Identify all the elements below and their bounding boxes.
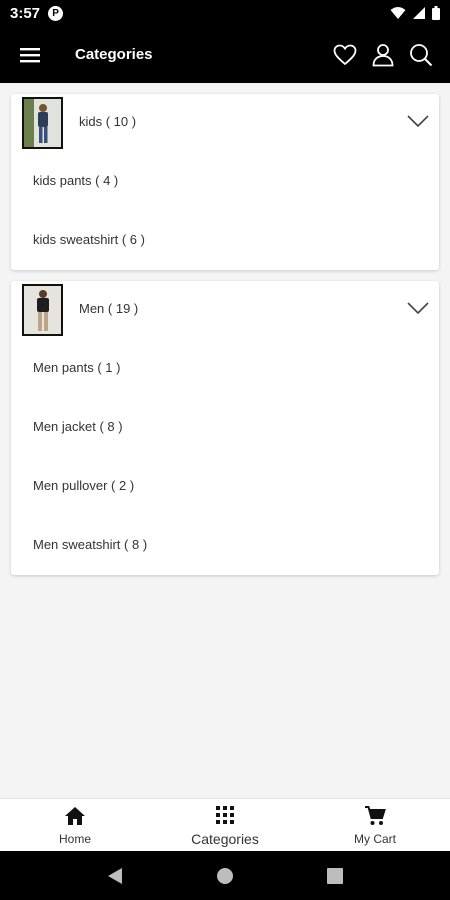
signal-icon bbox=[413, 7, 425, 19]
nav-home[interactable]: Home bbox=[0, 799, 150, 851]
category-list: kids ( 10 ) kids pants ( 4 ) kids sweats… bbox=[0, 83, 450, 798]
search-button[interactable] bbox=[408, 42, 434, 68]
battery-icon bbox=[432, 6, 440, 20]
category-label: Men ( 19 ) bbox=[79, 301, 139, 316]
app-bar: Categories bbox=[0, 26, 450, 83]
wifi-icon bbox=[390, 7, 406, 19]
bottom-nav: Home Categories My Cart bbox=[0, 798, 450, 851]
subcategory-label: Men jacket ( 8 ) bbox=[33, 419, 123, 434]
category-card-kids: kids ( 10 ) kids pants ( 4 ) kids sweats… bbox=[11, 94, 439, 270]
page-title: Categories bbox=[75, 46, 153, 63]
cart-icon bbox=[365, 806, 386, 825]
chevron-down-icon[interactable] bbox=[407, 114, 429, 128]
account-button[interactable] bbox=[370, 42, 396, 68]
nav-label: Home bbox=[58, 832, 91, 846]
subcategory-item[interactable]: Men sweatshirt ( 8 ) bbox=[11, 515, 439, 574]
subcategory-item[interactable]: Men jacket ( 8 ) bbox=[11, 397, 439, 456]
status-time: 3:57 bbox=[10, 4, 41, 22]
subcategory-item[interactable]: Men pullover ( 2 ) bbox=[11, 456, 439, 515]
subcategory-item[interactable]: kids sweatshirt ( 6 ) bbox=[11, 210, 439, 269]
home-circle-icon[interactable] bbox=[216, 867, 234, 885]
notification-app-icon: P bbox=[48, 5, 64, 21]
user-icon bbox=[372, 43, 394, 66]
menu-icon bbox=[20, 47, 40, 62]
home-icon bbox=[65, 807, 85, 825]
nav-cart[interactable]: My Cart bbox=[300, 799, 450, 851]
subcategory-label: kids pants ( 4 ) bbox=[33, 173, 119, 188]
wishlist-button[interactable] bbox=[332, 42, 358, 68]
category-card-men: Men ( 19 ) Men pants ( 1 ) Men jacket ( … bbox=[11, 281, 439, 575]
heart-icon bbox=[333, 44, 357, 65]
nav-categories[interactable]: Categories bbox=[150, 799, 300, 851]
subcategory-item[interactable]: kids pants ( 4 ) bbox=[11, 151, 439, 210]
category-label: kids ( 10 ) bbox=[79, 114, 137, 129]
subcategory-label: Men sweatshirt ( 8 ) bbox=[33, 537, 148, 552]
menu-button[interactable] bbox=[0, 26, 60, 83]
subcategory-label: Men pants ( 1 ) bbox=[33, 360, 121, 375]
subcategory-label: Men pullover ( 2 ) bbox=[33, 478, 135, 493]
chevron-down-icon[interactable] bbox=[407, 301, 429, 315]
men-category-thumbnail bbox=[22, 284, 63, 336]
category-header-kids[interactable]: kids ( 10 ) bbox=[11, 94, 439, 151]
back-icon[interactable] bbox=[107, 867, 123, 885]
status-bar: 3:57 P bbox=[0, 0, 450, 26]
system-nav-bar bbox=[0, 851, 450, 900]
category-header-men[interactable]: Men ( 19 ) bbox=[11, 281, 439, 338]
nav-label: Categories bbox=[191, 831, 259, 847]
grid-icon bbox=[216, 806, 234, 824]
kids-category-thumbnail bbox=[22, 97, 63, 149]
subcategory-item[interactable]: Men pants ( 1 ) bbox=[11, 338, 439, 397]
search-icon bbox=[410, 43, 433, 66]
recents-icon[interactable] bbox=[327, 867, 344, 884]
subcategory-label: kids sweatshirt ( 6 ) bbox=[33, 232, 145, 247]
nav-label: My Cart bbox=[354, 832, 396, 846]
